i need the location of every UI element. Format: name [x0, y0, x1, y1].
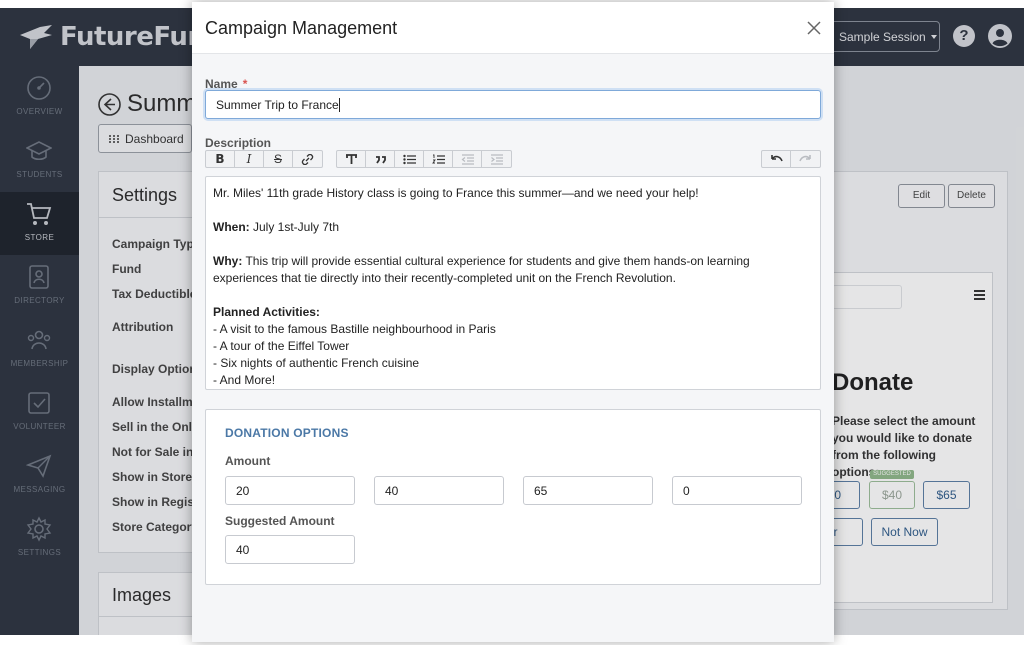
donation-options-box: DONATION OPTIONS Amount Suggested Amount: [205, 409, 821, 585]
block-group: [336, 150, 512, 168]
link-button[interactable]: [293, 151, 322, 167]
indent-icon: [491, 153, 503, 165]
when-label: When:: [213, 220, 250, 234]
text-cursor: [338, 97, 340, 112]
description-label: Description: [205, 136, 272, 150]
description-when: When: July 1st-July 7th: [213, 219, 813, 236]
description-editor[interactable]: Mr. Miles' 11th grade History class is g…: [205, 176, 821, 390]
required-mark: *: [242, 77, 248, 91]
undo-icon: [770, 154, 783, 161]
amount-input-1[interactable]: [225, 476, 355, 505]
name-label: Name *: [205, 77, 247, 91]
description-why: Why: This trip will provide essential cu…: [213, 253, 813, 287]
heading-icon: [345, 153, 357, 164]
modal-header: Campaign Management: [192, 2, 834, 54]
modal-title: Campaign Management: [205, 18, 398, 38]
editor-toolbar: B I S: [205, 150, 821, 168]
activities-label: Planned Activities:: [213, 305, 320, 319]
why-text: This trip will provide essential cultura…: [213, 254, 750, 285]
amount-label: Amount: [225, 454, 271, 468]
outdent-icon: [461, 153, 474, 165]
activity-item: - And More!: [213, 373, 276, 387]
history-group: [761, 150, 821, 168]
activity-item: - A visit to the famous Bastille neighbo…: [213, 322, 496, 336]
strikethrough-button[interactable]: S: [264, 151, 293, 167]
indent-button[interactable]: [482, 151, 511, 167]
quote-button[interactable]: [366, 151, 395, 167]
undo-button[interactable]: [762, 151, 791, 167]
heading-button[interactable]: [337, 151, 366, 167]
quote-icon: [375, 155, 386, 163]
numbered-list-icon: [431, 154, 445, 164]
amount-input-2[interactable]: [374, 476, 504, 505]
bullet-list-icon: [402, 154, 416, 164]
bullet-list-button[interactable]: [395, 151, 424, 167]
campaign-management-modal: Campaign Management Name * Summer Trip to…: [192, 2, 834, 642]
italic-button[interactable]: I: [235, 151, 264, 167]
link-icon: [301, 153, 314, 165]
when-text: July 1st-July 7th: [249, 220, 340, 234]
amount-input-3[interactable]: [523, 476, 653, 505]
close-icon[interactable]: [807, 21, 821, 35]
redo-icon: [799, 154, 811, 161]
outdent-button[interactable]: [453, 151, 482, 167]
description-intro: Mr. Miles' 11th grade History class is g…: [213, 186, 699, 200]
bold-button[interactable]: B: [206, 151, 235, 167]
why-label: Why:: [213, 254, 243, 268]
format-group: B I S: [205, 150, 323, 168]
donation-options-title: DONATION OPTIONS: [225, 426, 349, 440]
name-input[interactable]: Summer Trip to France: [205, 90, 821, 119]
redo-button[interactable]: [791, 151, 820, 167]
name-input-value: Summer Trip to France: [216, 97, 339, 112]
name-label-text: Name: [205, 77, 238, 91]
activities-heading: Planned Activities:: [213, 304, 813, 321]
amount-input-4[interactable]: [672, 476, 802, 505]
activity-item: - A tour of the Eiffel Tower: [213, 339, 350, 353]
suggested-amount-label: Suggested Amount: [225, 514, 335, 528]
suggested-amount-input[interactable]: [225, 535, 355, 564]
activity-item: - Six nights of authentic French cuisine: [213, 356, 420, 370]
numbered-list-button[interactable]: [424, 151, 453, 167]
